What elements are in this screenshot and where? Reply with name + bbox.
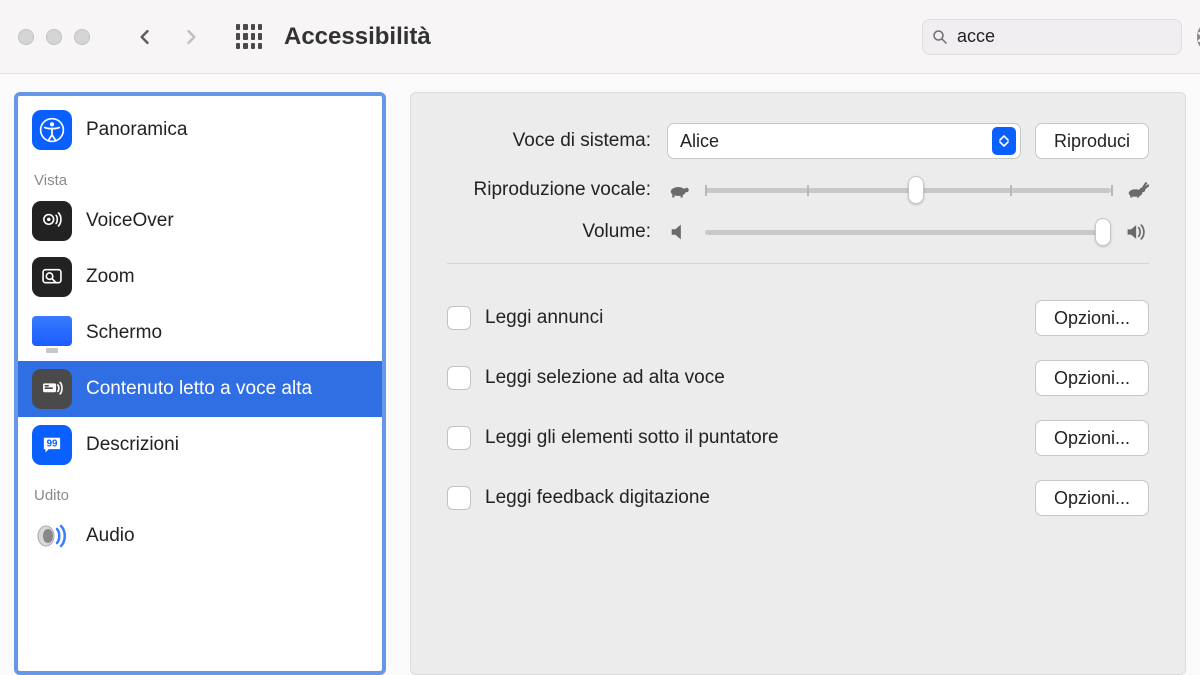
sidebar-item-label: VoiceOver bbox=[86, 210, 174, 232]
speaking-rate-slider[interactable] bbox=[705, 188, 1111, 193]
system-voice-label: Voce di sistema: bbox=[447, 130, 667, 152]
sidebar-item-label: Schermo bbox=[86, 322, 162, 344]
option-label: Leggi selezione ad alta voce bbox=[485, 367, 725, 389]
checkbox-speak-selection[interactable] bbox=[447, 366, 471, 390]
display-icon bbox=[32, 313, 72, 353]
sidebar-item-label: Panoramica bbox=[86, 119, 187, 141]
spoken-content-icon bbox=[32, 369, 72, 409]
turtle-icon bbox=[667, 179, 691, 201]
sidebar-item-label: Zoom bbox=[86, 266, 135, 288]
sidebar-item-zoom[interactable]: Zoom bbox=[18, 249, 382, 305]
updown-icon bbox=[992, 127, 1016, 155]
close-window-button[interactable] bbox=[18, 29, 34, 45]
zoom-icon bbox=[32, 257, 72, 297]
checkbox-typing-feedback[interactable] bbox=[447, 486, 471, 510]
option-label: Leggi annunci bbox=[485, 307, 603, 329]
sidebar-item-voiceover[interactable]: VoiceOver bbox=[18, 193, 382, 249]
window-controls bbox=[18, 29, 90, 45]
option-row-typing-feedback: Leggi feedback digitazione Opzioni... bbox=[447, 468, 1149, 528]
sidebar-item-label: Audio bbox=[86, 525, 135, 547]
descriptions-icon: 99 bbox=[32, 425, 72, 465]
divider bbox=[447, 263, 1149, 264]
settings-panel: Voce di sistema: Alice Riproduci Riprodu… bbox=[410, 92, 1186, 675]
chevron-left-icon bbox=[135, 27, 155, 47]
audio-icon bbox=[32, 516, 72, 556]
volume-slider[interactable] bbox=[705, 230, 1111, 235]
forward-button[interactable] bbox=[174, 20, 208, 54]
rabbit-icon bbox=[1125, 179, 1149, 201]
zoom-window-button[interactable] bbox=[74, 29, 90, 45]
checkbox-speak-under-pointer[interactable] bbox=[447, 426, 471, 450]
speaking-rate-label: Riproduzione vocale: bbox=[447, 179, 667, 201]
sidebar-item-overview[interactable]: Panoramica bbox=[18, 102, 382, 158]
svg-text:99: 99 bbox=[47, 439, 58, 450]
volume-low-icon bbox=[667, 221, 691, 243]
sidebar-item-display[interactable]: Schermo bbox=[18, 305, 382, 361]
sidebar: Panoramica Vista VoiceOver Zoom Schermo bbox=[14, 92, 386, 675]
volume-high-icon bbox=[1125, 221, 1149, 243]
search-input[interactable] bbox=[957, 26, 1189, 47]
sidebar-item-audio[interactable]: Audio bbox=[18, 508, 382, 564]
volume-label: Volume: bbox=[447, 221, 667, 243]
sidebar-item-spoken-content[interactable]: Contenuto letto a voce alta bbox=[18, 361, 382, 417]
options-button-announcements[interactable]: Opzioni... bbox=[1035, 300, 1149, 336]
play-button[interactable]: Riproduci bbox=[1035, 123, 1149, 159]
option-label: Leggi gli elementi sotto il puntatore bbox=[485, 427, 779, 449]
checkbox-announcements[interactable] bbox=[447, 306, 471, 330]
minimize-window-button[interactable] bbox=[46, 29, 62, 45]
system-voice-select[interactable]: Alice bbox=[667, 123, 1021, 159]
titlebar: Accessibilità bbox=[0, 0, 1200, 74]
system-voice-value: Alice bbox=[680, 131, 719, 152]
slider-thumb[interactable] bbox=[908, 176, 924, 204]
sidebar-item-label: Contenuto letto a voce alta bbox=[86, 378, 312, 400]
chevron-right-icon bbox=[181, 27, 201, 47]
options-button-speak-under-pointer[interactable]: Opzioni... bbox=[1035, 420, 1149, 456]
sidebar-section-udito: Udito bbox=[18, 473, 382, 508]
option-label: Leggi feedback digitazione bbox=[485, 487, 710, 509]
options-button-typing-feedback[interactable]: Opzioni... bbox=[1035, 480, 1149, 516]
slider-thumb[interactable] bbox=[1095, 218, 1111, 246]
option-row-speak-selection: Leggi selezione ad alta voce Opzioni... bbox=[447, 348, 1149, 408]
sidebar-item-descriptions[interactable]: 99 Descrizioni bbox=[18, 417, 382, 473]
accessibility-icon bbox=[32, 110, 72, 150]
search-icon bbox=[931, 28, 949, 46]
options-button-speak-selection[interactable]: Opzioni... bbox=[1035, 360, 1149, 396]
back-button[interactable] bbox=[128, 20, 162, 54]
option-row-announcements: Leggi annunci Opzioni... bbox=[447, 288, 1149, 348]
show-all-prefs-button[interactable] bbox=[232, 20, 266, 54]
sidebar-section-vista: Vista bbox=[18, 158, 382, 193]
window-title: Accessibilità bbox=[284, 23, 431, 51]
grid-icon bbox=[236, 24, 262, 50]
search-field[interactable] bbox=[922, 19, 1182, 55]
sidebar-item-label: Descrizioni bbox=[86, 434, 179, 456]
voiceover-icon bbox=[32, 201, 72, 241]
option-row-speak-under-pointer: Leggi gli elementi sotto il puntatore Op… bbox=[447, 408, 1149, 468]
